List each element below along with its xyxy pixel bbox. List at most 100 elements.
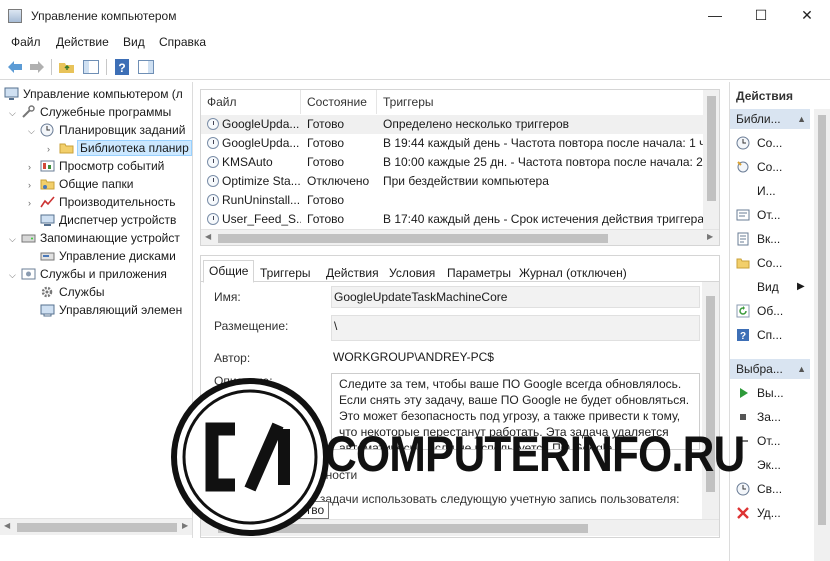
scrollbar-thumb[interactable]	[707, 96, 716, 201]
scroll-left-icon[interactable]: ◀	[205, 232, 211, 241]
tree-item-task-scheduler[interactable]: ⌵ Планировщик заданий	[28, 121, 185, 139]
tree-item-services[interactable]: Службы	[40, 283, 104, 301]
menu-view[interactable]: Вид	[123, 35, 145, 49]
chevron-right-icon[interactable]: ›	[28, 176, 40, 194]
tree-item-wmi-control[interactable]: Управляющий элемен	[40, 301, 182, 319]
action-new-folder[interactable]: Со...	[736, 253, 782, 273]
column-header-file[interactable]: Файл	[201, 90, 301, 114]
action-import-task[interactable]: И...	[736, 181, 776, 201]
action-delete[interactable]: Уд...	[736, 503, 781, 523]
menu-help[interactable]: Справка	[159, 35, 206, 49]
storage-icon	[21, 231, 36, 245]
up-folder-icon[interactable]	[58, 58, 76, 76]
scrollbar-thumb[interactable]	[17, 523, 177, 532]
scroll-right-icon[interactable]: ▶	[707, 232, 713, 241]
action-create-task[interactable]: Со...	[736, 157, 782, 177]
action-create-basic-task[interactable]: Со...	[736, 133, 782, 153]
tree-item-scheduler-library[interactable]: › Библиотека планир	[47, 139, 192, 158]
scroll-left-icon[interactable]: ◀	[4, 521, 10, 530]
tab-conditions[interactable]: Условия	[383, 262, 441, 282]
task-clock-icon	[207, 194, 219, 206]
minimize-button[interactable]: —	[692, 0, 738, 32]
tab-history[interactable]: Журнал (отключен)	[513, 262, 633, 282]
svg-text:?: ?	[740, 331, 746, 342]
tree-item-root[interactable]: Управление компьютером (л	[4, 85, 183, 103]
chevron-down-icon[interactable]: ⌵	[9, 266, 21, 284]
table-row[interactable]: GoogleUpda... Готово Определено нескольк…	[201, 115, 704, 134]
details-tab-strip: Общие Триггеры Действия Условия Параметр…	[201, 260, 719, 283]
console-tree-icon[interactable]	[82, 58, 100, 76]
chevron-down-icon[interactable]: ⌵	[9, 230, 21, 248]
tree-item-event-viewer[interactable]: › Просмотр событий	[28, 157, 164, 175]
menu-action[interactable]: Действие	[56, 35, 109, 49]
disk-icon	[40, 249, 55, 263]
table-row[interactable]: RunUninstall... Готово	[201, 191, 704, 210]
forward-arrow-icon[interactable]	[28, 58, 46, 76]
tree-item-shared-folders[interactable]: › Общие папки	[28, 175, 133, 193]
services-apps-icon	[21, 267, 36, 281]
submenu-arrow-icon: ▶	[797, 281, 805, 292]
chevron-down-icon[interactable]: ⌵	[9, 104, 21, 122]
tree-item-performance[interactable]: › Производительность	[28, 193, 175, 211]
tab-triggers[interactable]: Триггеры	[254, 262, 317, 282]
tree-item-disk-management[interactable]: Управление дисками	[40, 247, 176, 265]
action-refresh[interactable]: Об...	[736, 301, 783, 321]
table-row[interactable]: Optimize Sta... Отключено При бездействи…	[201, 172, 704, 191]
gear-icon	[40, 285, 55, 299]
menu-file[interactable]: Файл	[11, 35, 41, 49]
tab-actions[interactable]: Действия	[320, 262, 385, 282]
action-run[interactable]: Вы...	[736, 383, 784, 403]
back-arrow-icon[interactable]	[6, 58, 24, 76]
task-clock-icon	[207, 118, 219, 130]
details-vertical-scrollbar[interactable]	[702, 282, 719, 519]
location-field[interactable]: \	[331, 315, 700, 341]
task-clock-icon	[207, 213, 219, 225]
close-button[interactable]: ✕	[784, 0, 830, 32]
device-manager-icon	[40, 213, 55, 227]
scrollbar-thumb[interactable]	[218, 234, 608, 243]
actions-section-selected-item[interactable]: Выбра... ▲	[730, 359, 810, 379]
chevron-right-icon[interactable]: ›	[28, 158, 40, 176]
tree-item-system-tools[interactable]: ⌵ Служебные программы	[9, 103, 171, 121]
tree-item-services-apps[interactable]: ⌵ Службы и приложения	[9, 265, 167, 283]
maximize-button[interactable]: ☐	[738, 0, 784, 32]
name-field[interactable]: GoogleUpdateTaskMachineCore	[331, 286, 700, 308]
actions-section-library[interactable]: Библи... ▲	[730, 109, 810, 129]
column-header-status[interactable]: Состояние	[301, 90, 377, 114]
chevron-right-icon[interactable]: ›	[47, 140, 59, 158]
action-help[interactable]: ? Сп...	[736, 325, 782, 345]
tree-item-storage[interactable]: ⌵ Запоминающие устройст	[9, 229, 180, 247]
performance-icon	[40, 195, 55, 209]
task-clock-icon	[207, 156, 219, 168]
tree-item-device-manager[interactable]: Диспетчер устройств	[40, 211, 176, 229]
column-header-triggers[interactable]: Триггеры	[377, 90, 704, 114]
help-icon[interactable]: ?	[113, 58, 131, 76]
task-list-horizontal-scrollbar[interactable]: ◀ ▶	[201, 229, 719, 245]
table-row[interactable]: User_Feed_S... Готово В 17:40 каждый ден…	[201, 210, 704, 229]
table-row[interactable]: GoogleUpda... Готово В 19:44 каждый день…	[201, 134, 704, 153]
tab-settings[interactable]: Параметры	[441, 262, 517, 282]
table-row[interactable]: KMSAuto Готово В 10:00 каждые 25 дн. - Ч…	[201, 153, 704, 172]
collapse-icon[interactable]: ▲	[797, 359, 806, 379]
folder-icon	[736, 256, 750, 270]
new-task-icon	[736, 160, 750, 174]
actions-vertical-scrollbar[interactable]	[814, 109, 830, 561]
action-display-running[interactable]: От...	[736, 205, 781, 225]
chevron-down-icon[interactable]: ⌵	[28, 122, 40, 140]
chevron-right-icon[interactable]: ›	[28, 194, 40, 212]
action-view[interactable]: Вид ▶	[736, 277, 805, 297]
author-field[interactable]: WORKGROUP\ANDREY-PC$	[331, 347, 700, 369]
show-hide-action-pane-icon[interactable]	[137, 58, 155, 76]
name-label: Имя:	[214, 290, 241, 304]
clock-icon	[736, 136, 750, 150]
collapse-icon[interactable]: ▲	[797, 109, 806, 129]
tab-general[interactable]: Общие	[203, 260, 255, 283]
help-icon: ?	[736, 328, 750, 342]
tree-horizontal-scrollbar[interactable]: ◀ ▶	[0, 518, 192, 535]
action-end[interactable]: За...	[736, 407, 781, 427]
blank-icon	[736, 280, 750, 294]
task-list-vertical-scrollbar[interactable]	[703, 90, 719, 229]
action-enable-history[interactable]: Вк...	[736, 229, 780, 249]
svg-text:?: ?	[118, 61, 125, 75]
scrollbar-thumb[interactable]	[818, 115, 826, 525]
